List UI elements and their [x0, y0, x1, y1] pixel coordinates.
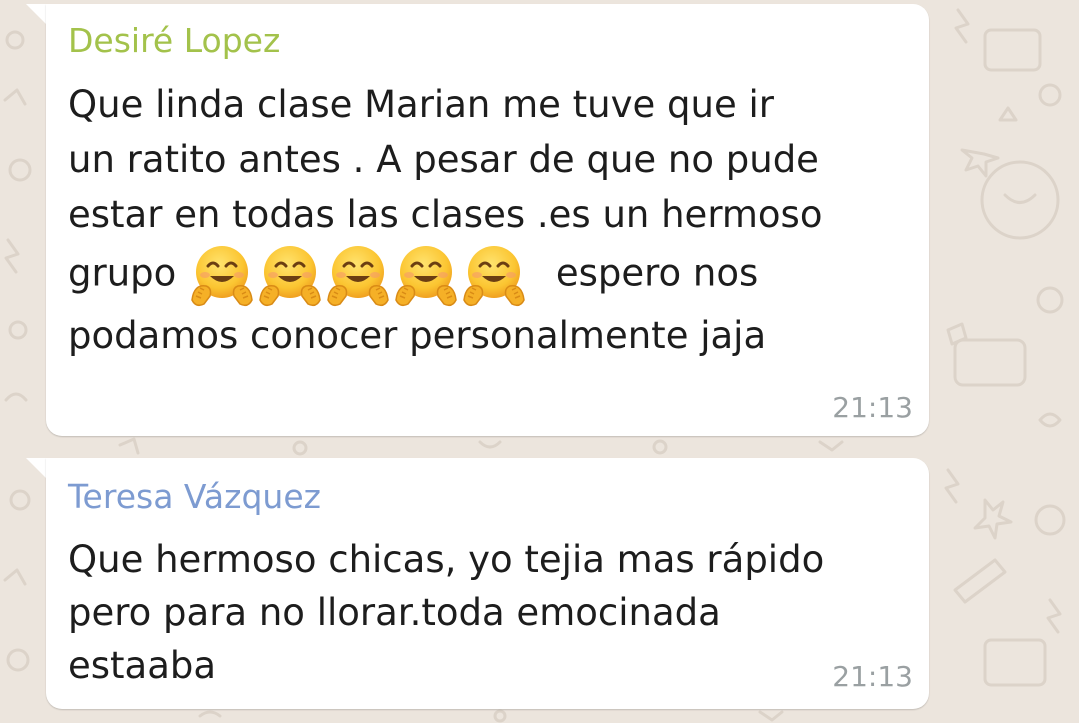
message-line: podamos conocer personalmente jaja — [68, 314, 767, 357]
message-word: grupo — [68, 251, 177, 295]
message-word: espero nos — [555, 251, 759, 295]
message-bubble[interactable]: Desiré Lopez Que linda clase Marian me t… — [46, 4, 929, 436]
message-timestamp: 21:13 — [832, 391, 913, 424]
message-line: un ratito antes . A pesar de que no pude — [68, 138, 819, 181]
message-line-with-emoji: grupo espero nos — [68, 242, 908, 308]
hugging-face-emoji — [462, 244, 526, 307]
bubble-tail — [26, 458, 48, 480]
bubble-tail — [26, 4, 48, 26]
hugging-face-emoji — [326, 244, 390, 307]
message-line: Que linda clase Marian me tuve que ir — [68, 83, 774, 126]
message-line: estaaba — [68, 644, 217, 687]
message-line: pero para no llorar.toda emocinada — [68, 591, 721, 634]
message-line: estar en todas las clases .es un hermoso — [68, 193, 823, 236]
message-text: Que linda clase Marian me tuve que ir un… — [68, 77, 908, 363]
message-text: Que hermoso chicas, yo tejia mas rápido … — [68, 533, 908, 692]
message-timestamp: 21:13 — [832, 660, 913, 693]
message-line: Que hermoso chicas, yo tejia mas rápido — [68, 538, 825, 581]
sender-name[interactable]: Teresa Vázquez — [68, 477, 321, 517]
hugging-face-emoji — [190, 244, 254, 307]
hugging-face-emoji — [394, 244, 458, 307]
message-bubble[interactable]: Teresa Vázquez Que hermoso chicas, yo te… — [46, 458, 929, 709]
sender-name[interactable]: Desiré Lopez — [68, 21, 280, 61]
hugging-face-emoji — [258, 244, 322, 307]
emoji-group — [190, 242, 530, 308]
